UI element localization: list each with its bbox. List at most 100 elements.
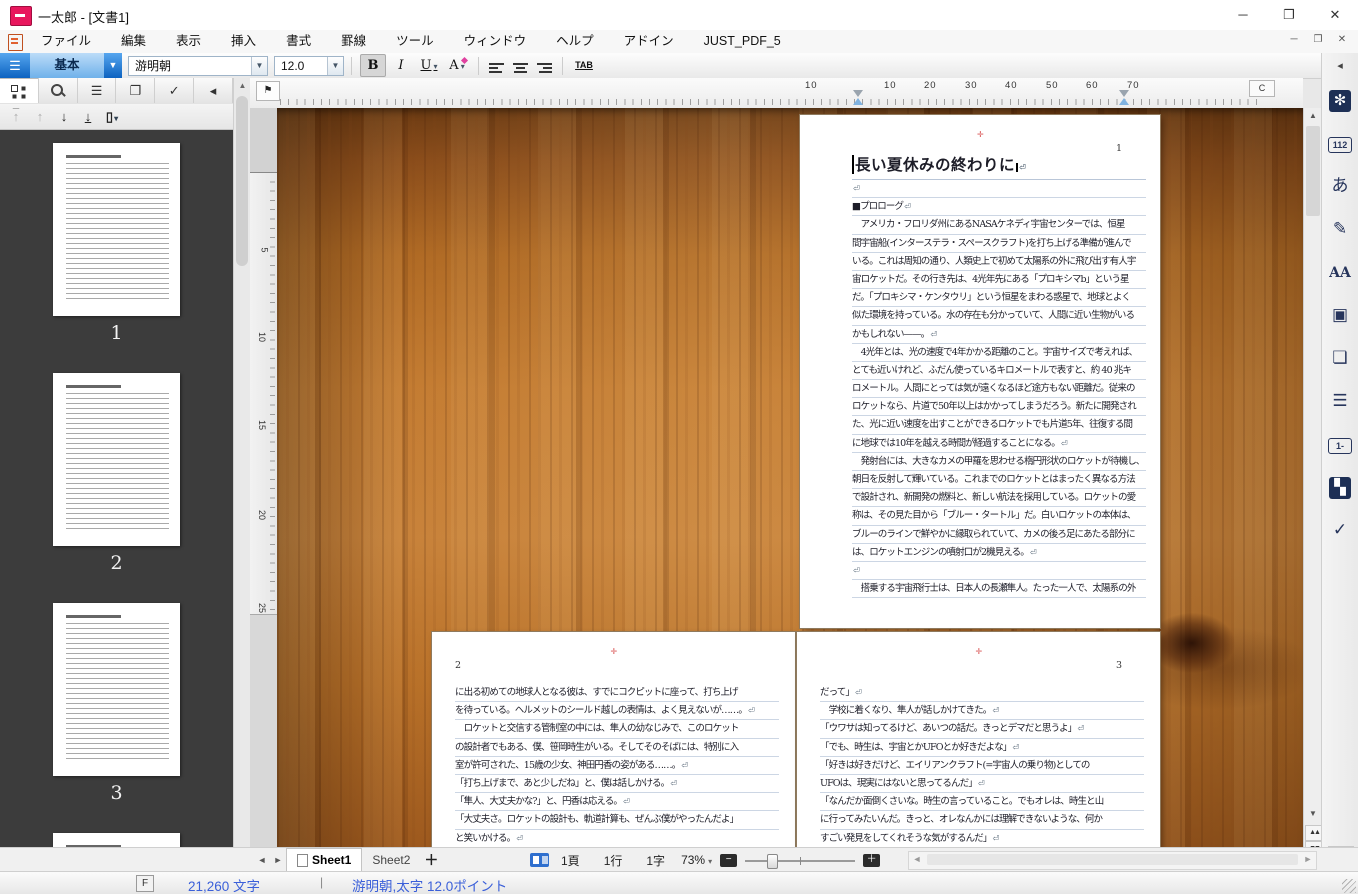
format-pen-button[interactable]: A▾: [444, 54, 470, 77]
page-number-icon[interactable]: 1-: [1326, 430, 1354, 458]
font-size-combo[interactable]: 12.0 ▼: [274, 56, 344, 76]
minimize-button[interactable]: ─: [1220, 0, 1266, 30]
sheet-tab-1[interactable]: Sheet1: [286, 848, 362, 872]
window-title: 一太郎 - [文書1]: [38, 7, 129, 26]
hscroll-thumb[interactable]: [927, 854, 1298, 865]
menu-item[interactable]: 編集: [106, 30, 161, 53]
page-flip-tab[interactable]: ❐: [116, 78, 155, 103]
toolbar-mode-selector[interactable]: ☰ 基本 ▼: [0, 53, 122, 78]
proof-view-tab[interactable]: ✓: [155, 78, 194, 103]
document-vertical-scrollbar[interactable]: ▲ ▼ ▲▲ ▼▼: [1303, 108, 1322, 868]
copy-format-icon[interactable]: ❏: [1326, 344, 1354, 372]
insert-media-icon[interactable]: ▣: [1326, 301, 1354, 329]
paragraph-format-icon[interactable]: ☰: [1326, 387, 1354, 415]
margin-marker[interactable]: [852, 90, 864, 105]
move-next-page-button[interactable]: ↓: [52, 106, 76, 128]
character-count-icon[interactable]: 112: [1326, 129, 1354, 157]
text-line: 「大丈夫さ。ロケットの設計も、軌道計算も、ぜんぶ僕がやったんだよ」: [455, 811, 779, 829]
thumbnail-view-tab[interactable]: [0, 78, 39, 103]
proofread-check-icon[interactable]: ✓: [1326, 516, 1354, 544]
text-line: 「打ち上げまで、あと少しだね」と、僕は話しかける。⏎: [455, 775, 779, 793]
ruler-number: 10: [884, 80, 897, 91]
add-sheet-button[interactable]: ＋: [420, 850, 442, 870]
page-thumbnail[interactable]: [53, 143, 180, 316]
justsystems-launcher-icon[interactable]: ✻: [1326, 86, 1354, 114]
move-prev-page-button[interactable]: ↑: [28, 106, 52, 128]
tab-flag-button[interactable]: ⚑: [256, 81, 280, 101]
panel-scroll-up-icon[interactable]: ▲: [234, 78, 251, 93]
text-line: いる。これは周知の通り、人類史上で初めて太陽系の外に飛び出す有人宇: [852, 253, 1146, 271]
underline-button[interactable]: U▾: [416, 54, 442, 77]
thumbnail-block[interactable]: 2: [0, 360, 233, 590]
f-mode-button[interactable]: F: [136, 875, 154, 892]
scroll-left-icon[interactable]: ◄: [909, 852, 925, 867]
close-button[interactable]: ✕: [1312, 0, 1358, 30]
japanese-input-icon[interactable]: あ: [1326, 172, 1354, 200]
sheet-back-icon[interactable]: ◄: [254, 855, 270, 865]
scroll-down-icon[interactable]: ▼: [1304, 806, 1322, 822]
doc-restore-button[interactable]: ❐: [1310, 32, 1326, 48]
doc-minimize-button[interactable]: ─: [1286, 32, 1302, 48]
document-canvas: ✛ 1 長い夏休みの終わりに⏎⏎■プロローグ⏎ アメリカ・フロリダ州にあるNAS…: [277, 108, 1303, 847]
font-style-icon[interactable]: AA: [1326, 258, 1354, 286]
collapse-panel-button[interactable]: ◂: [194, 78, 233, 103]
text-line: だって」⏎: [820, 684, 1144, 702]
menu-item[interactable]: 書式: [271, 30, 326, 53]
menu-item[interactable]: 挿入: [216, 30, 271, 53]
hamburger-icon[interactable]: ☰: [0, 58, 30, 74]
menu-item[interactable]: ファイル: [26, 30, 106, 53]
page-thumbnail[interactable]: [53, 373, 180, 546]
document-page-3[interactable]: ✛ 3 だって」⏎ 学校に着くなり、隼人が話しかけてきた。⏎「ウワサは知ってるけ…: [797, 632, 1160, 847]
pattern-check-icon[interactable]: ▚: [1326, 473, 1354, 501]
menu-item[interactable]: アドイン: [609, 30, 689, 53]
font-name-combo[interactable]: 游明朝 ▼: [128, 56, 268, 76]
zoom-value[interactable]: 73%: [681, 853, 712, 867]
document-horizontal-scrollbar[interactable]: ◄ ►: [908, 851, 1317, 870]
italic-button[interactable]: I: [388, 54, 414, 77]
menu-item[interactable]: ウィンドウ: [449, 30, 542, 53]
menu-item[interactable]: 罫線: [326, 30, 381, 53]
margin-marker[interactable]: [1118, 90, 1130, 105]
align-left-icon[interactable]: [489, 62, 506, 74]
zoom-out-button[interactable]: −: [720, 854, 737, 867]
view-panel-icon[interactable]: [530, 853, 549, 867]
decoration-pen-icon[interactable]: ✎: [1326, 215, 1354, 243]
menu-item[interactable]: 表示: [161, 30, 216, 53]
thumbnail-block[interactable]: 1: [0, 130, 233, 360]
menu-item[interactable]: JUST_PDF_5: [689, 30, 796, 53]
zoom-slider-thumb[interactable]: [767, 854, 778, 869]
document-page-2[interactable]: ✛ 2 に出る初めての地球人となる彼は、すでにコクピットに座って、打ち上げを待っ…: [432, 632, 795, 847]
outline-view-tab[interactable]: ☰: [78, 78, 117, 103]
restore-button[interactable]: ❐: [1266, 0, 1312, 30]
panel-scrollbar[interactable]: ▲ ▼: [233, 78, 251, 868]
align-center-icon[interactable]: [512, 62, 529, 74]
font-name-dropdown-icon[interactable]: ▼: [251, 57, 267, 75]
document-page-1[interactable]: ✛ 1 長い夏休みの終わりに⏎⏎■プロローグ⏎ アメリカ・フロリダ州にあるNAS…: [800, 115, 1160, 628]
sheet-forward-icon[interactable]: ►: [270, 855, 286, 865]
scroll-right-icon[interactable]: ►: [1300, 852, 1316, 867]
ruler-c-button[interactable]: C: [1249, 80, 1275, 97]
doc-close-button[interactable]: ✕: [1334, 32, 1350, 48]
align-right-icon[interactable]: [535, 62, 552, 74]
window-resize-grip[interactable]: [1342, 879, 1356, 893]
bold-button[interactable]: B: [360, 54, 386, 77]
page-thumbnail[interactable]: [53, 603, 180, 776]
panel-scroll-thumb[interactable]: [236, 96, 248, 266]
move-first-page-button[interactable]: ↑: [4, 106, 28, 128]
sheet-tab-2[interactable]: Sheet2: [362, 849, 420, 872]
search-tab[interactable]: [39, 78, 78, 103]
collapse-strip-icon[interactable]: ◂: [1330, 57, 1350, 75]
font-size-dropdown-icon[interactable]: ▼: [327, 57, 343, 75]
scroll-up-icon[interactable]: ▲: [1304, 108, 1322, 124]
toolbar-mode-dropdown-icon[interactable]: ▼: [104, 53, 122, 78]
thumbnail-block[interactable]: 3: [0, 590, 233, 820]
menu-item[interactable]: ツール: [381, 30, 449, 53]
tab-button[interactable]: TAB: [571, 54, 597, 77]
scroll-thumb[interactable]: [1306, 126, 1320, 216]
move-last-page-button[interactable]: ↓: [76, 106, 100, 128]
zoom-slider[interactable]: [745, 854, 855, 867]
page-display-mode-button[interactable]: ▯: [100, 106, 124, 128]
menu-item[interactable]: ヘルプ: [541, 30, 609, 53]
zoom-in-button[interactable]: ＋: [863, 854, 880, 867]
text-line: だ。「プロキシマ・ケンタウリ」という恒星をまわる惑星で、地球とよく: [852, 289, 1146, 307]
